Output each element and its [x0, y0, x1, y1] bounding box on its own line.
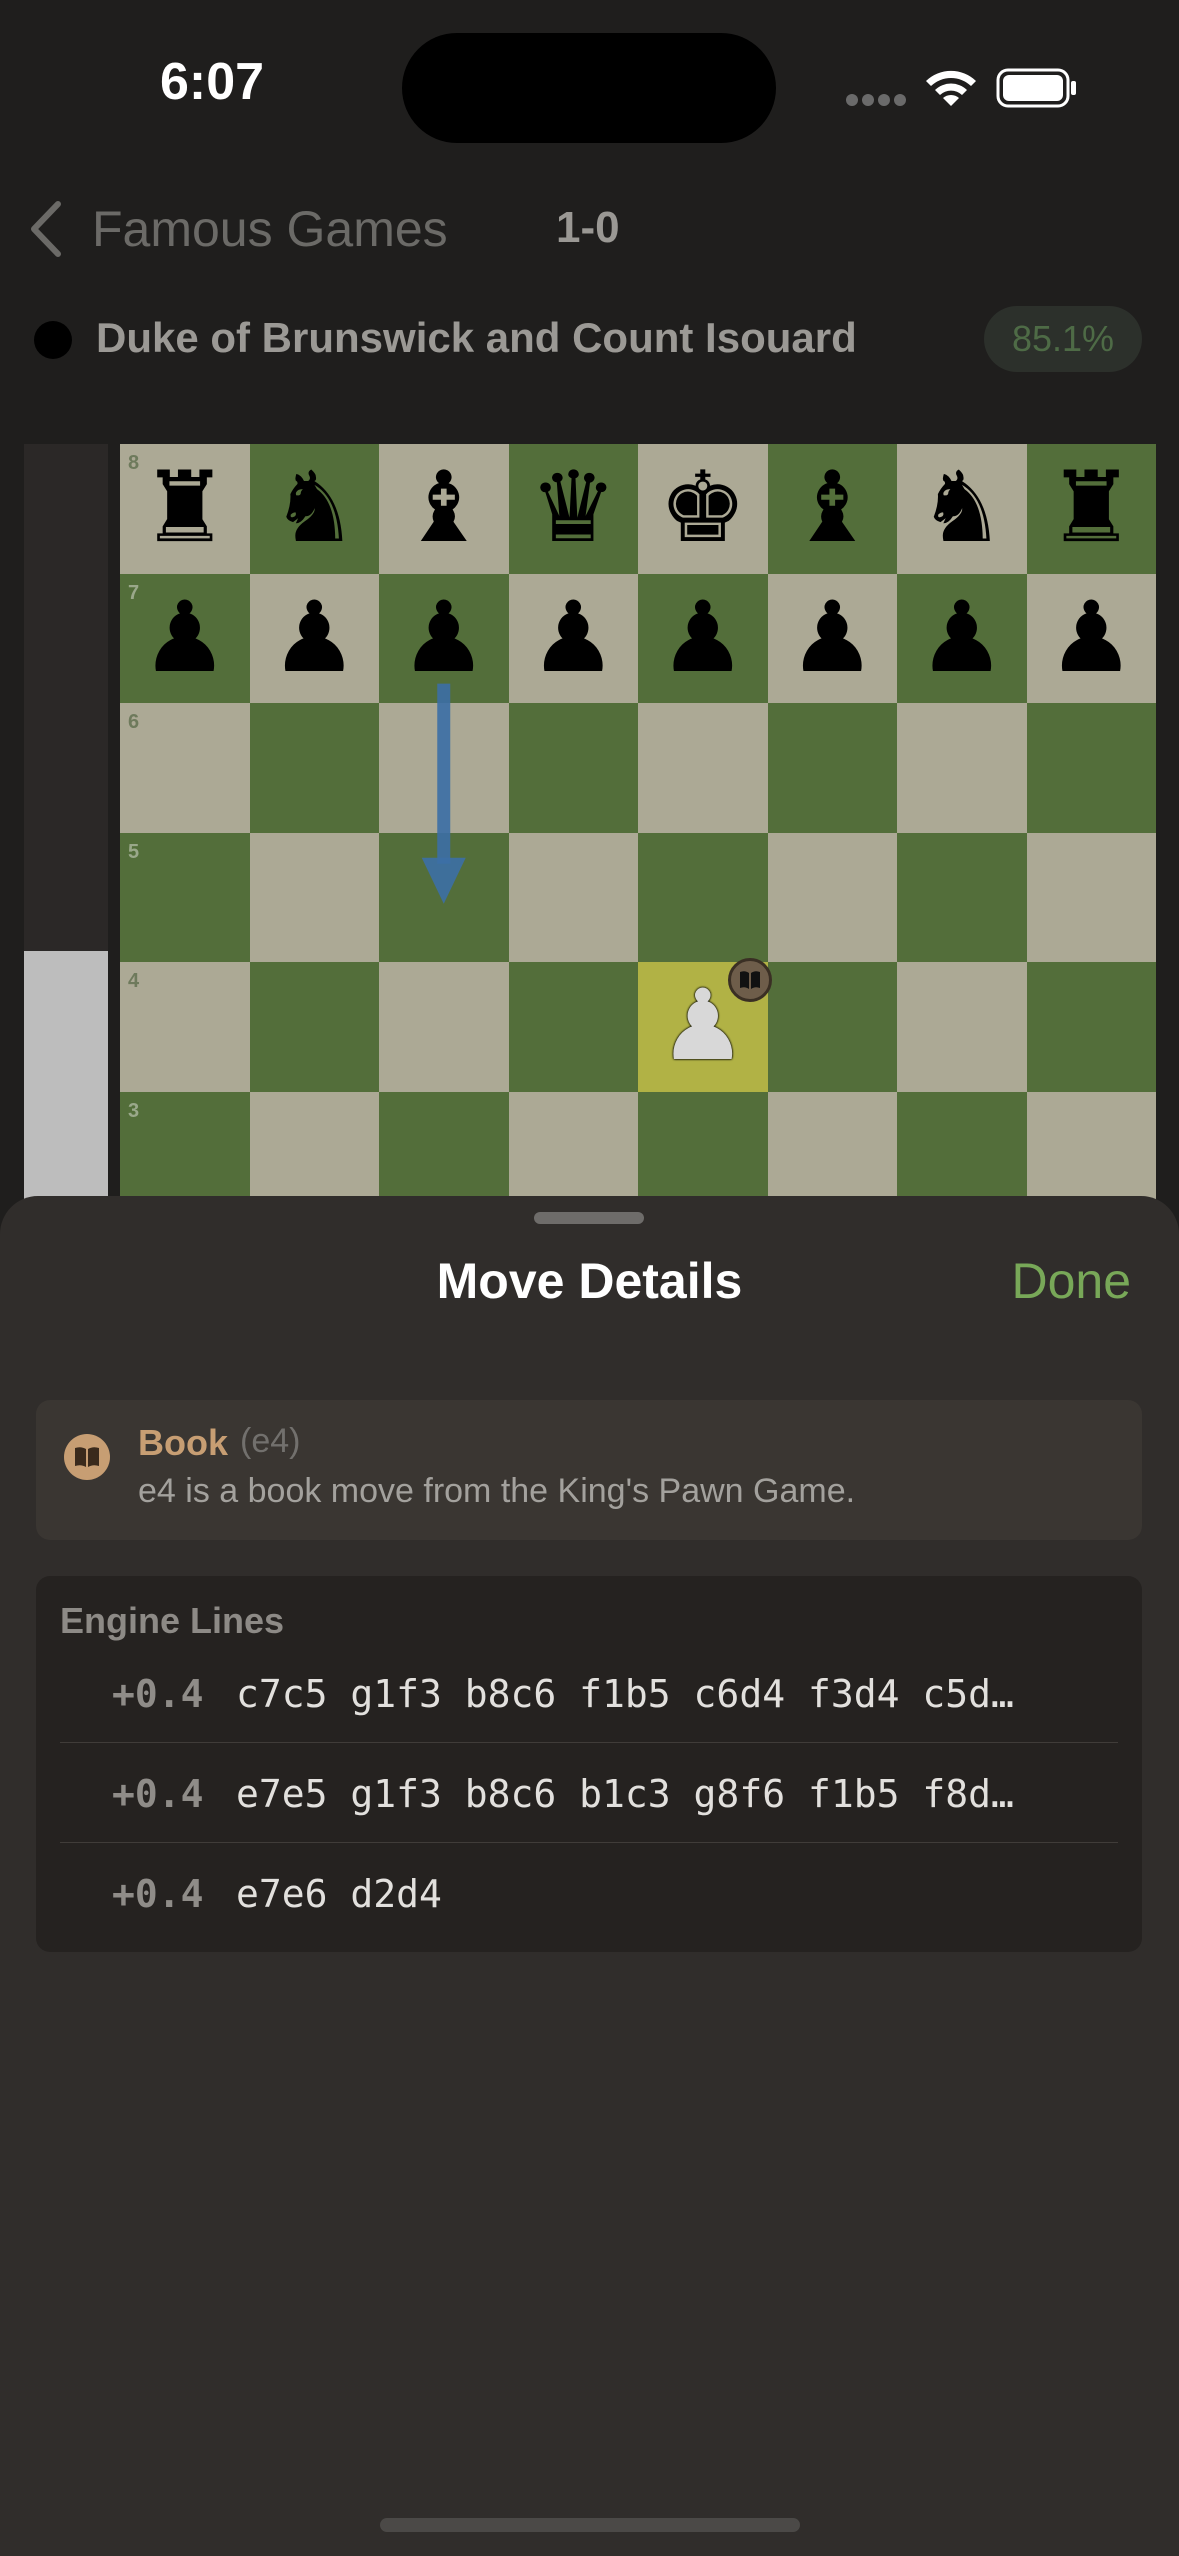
- battery-icon: [996, 68, 1076, 108]
- engine-line[interactable]: +0.4 e7e5 g1f3 b8c6 b1c3 g8f6 f1b5 f8d…: [60, 1744, 1118, 1844]
- move-details-sheet: Move Details Done Book (e4) e4 is a book…: [0, 1196, 1179, 2556]
- player-name: Duke of Brunswick and Count Isouard: [96, 314, 857, 361]
- home-indicator[interactable]: [380, 2518, 800, 2532]
- engine-line-moves: e7e5 g1f3 b8c6 b1c3 g8f6 f1b5 f8d…: [236, 1772, 1014, 1816]
- engine-lines-card: Engine Lines +0.4 c7c5 g1f3 b8c6 f1b5 c6…: [36, 1576, 1142, 1952]
- divider: [60, 1742, 1118, 1743]
- engine-line-moves: c7c5 g1f3 b8c6 f1b5 c6d4 f3d4 c5d…: [236, 1672, 1014, 1716]
- book-move-card: Book (e4) e4 is a book move from the Kin…: [36, 1400, 1142, 1540]
- book-description: e4 is a book move from the King's Pawn G…: [138, 1472, 856, 1510]
- wifi-icon: [926, 70, 976, 106]
- black-player-indicator: [34, 321, 72, 359]
- back-button-label[interactable]: Famous Games: [92, 200, 448, 258]
- sheet-grabber[interactable]: [534, 1212, 644, 1224]
- back-chevron-icon[interactable]: [26, 200, 66, 258]
- game-result: 1-0: [556, 203, 620, 252]
- engine-line-moves: e7e6 d2d4: [236, 1872, 442, 1916]
- book-icon: [64, 1434, 110, 1480]
- engine-line-score: +0.4: [112, 1772, 204, 1816]
- dynamic-island: [402, 33, 776, 143]
- engine-lines-heading: Engine Lines: [60, 1600, 285, 1641]
- sheet-title: Move Details: [436, 1253, 743, 1309]
- chess-board[interactable]: 8 ♜ ♞ ♝ ♛ ♚ ♝ ♞ ♜ 7 ♟ ♟ ♟ ♟ ♟ ♟ ♟ ♟ 6 5 4 ♟ 3: [120, 444, 1156, 1200]
- book-move-notation: (e4): [240, 1422, 301, 1460]
- engine-line[interactable]: +0.4 c7c5 g1f3 b8c6 f1b5 c6d4 f3d4 c5d…: [60, 1644, 1118, 1744]
- evaluation-bar: [24, 444, 108, 1200]
- cellular-signal-icon: [846, 94, 906, 108]
- status-bar: 6:07: [0, 0, 1179, 180]
- engine-line-score: +0.4: [112, 1672, 204, 1716]
- status-time: 6:07: [160, 53, 265, 111]
- divider: [60, 1842, 1118, 1843]
- accuracy-badge: 85.1%: [984, 306, 1142, 372]
- suggested-move-arrow: [421, 683, 466, 904]
- book-icon: [740, 971, 760, 989]
- book-move-badge: [728, 958, 772, 1002]
- engine-line-score: +0.4: [112, 1872, 204, 1916]
- done-button[interactable]: Done: [1011, 1252, 1131, 1310]
- book-label: Book: [138, 1422, 228, 1463]
- engine-line[interactable]: +0.4 e7e6 d2d4: [60, 1844, 1118, 1944]
- evaluation-bar-white-fill: [24, 950, 108, 1200]
